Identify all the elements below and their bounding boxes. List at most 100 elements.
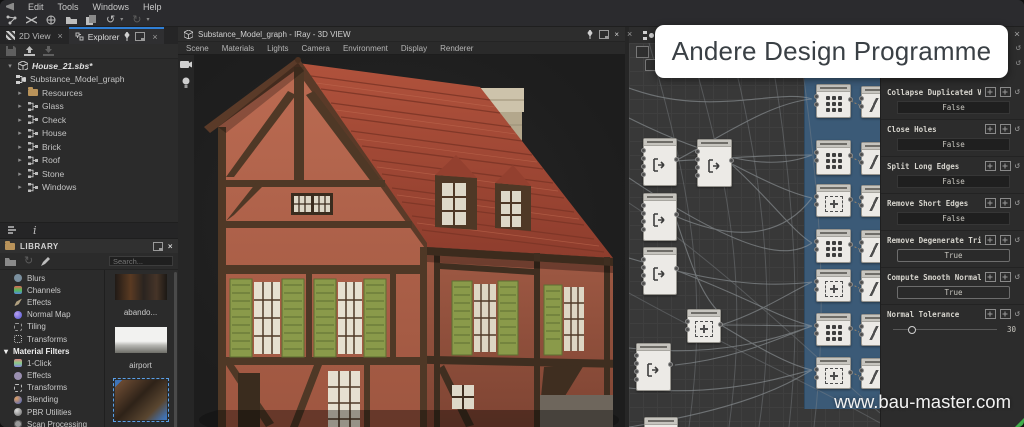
menu-display[interactable]: Display: [401, 44, 427, 53]
switch-graph-icon[interactable]: [26, 15, 37, 25]
link-nodes-icon[interactable]: [6, 15, 17, 25]
reset-icon[interactable]: ↺: [1015, 199, 1020, 208]
library-item-effects[interactable]: Effects: [0, 296, 104, 308]
menu-tools[interactable]: Tools: [58, 2, 79, 12]
graph-node-scatter[interactable]: [859, 142, 880, 175]
tree-root[interactable]: ▾ House_21.sbs*: [0, 59, 178, 73]
library-item-channels[interactable]: Channels: [0, 284, 104, 296]
thumbnails-scrollbar[interactable]: [174, 272, 177, 427]
chevron-right-icon[interactable]: ▸: [16, 143, 24, 151]
redo-icon[interactable]: ↻: [132, 14, 141, 25]
lightbulb-icon[interactable]: [182, 77, 190, 89]
menu-lights[interactable]: Lights: [267, 44, 288, 53]
chevron-right-icon[interactable]: ▸: [16, 89, 24, 97]
close-graph-icon[interactable]: ×: [627, 29, 632, 39]
thumbnail-abandoned[interactable]: [114, 274, 167, 300]
chevron-right-icon[interactable]: ▸: [16, 129, 24, 137]
undo-icon[interactable]: ↺: [106, 14, 115, 25]
graph-node-transform[interactable]: [814, 269, 853, 302]
library-item-1-click[interactable]: 1-Click: [0, 357, 104, 369]
property-value[interactable]: False: [897, 212, 1010, 225]
library-item-transforms[interactable]: Transforms: [0, 333, 104, 345]
graph-node-scatter[interactable]: [859, 314, 880, 346]
menu-windows[interactable]: Windows: [93, 2, 130, 12]
graph-node-merge[interactable]: [641, 247, 679, 295]
import-icon[interactable]: [43, 46, 54, 56]
info-tab-icon[interactable]: i: [33, 224, 37, 237]
graph-node-merge[interactable]: [695, 139, 734, 187]
save-icon[interactable]: [6, 46, 16, 56]
menu-materials[interactable]: Materials: [222, 44, 254, 53]
tree-item-stone[interactable]: ▸ Stone: [0, 167, 178, 181]
function-icon[interactable]: [984, 87, 996, 97]
marquee-select-icon[interactable]: [636, 46, 649, 58]
graph-node-transform[interactable]: [814, 357, 853, 389]
expose-icon[interactable]: [999, 124, 1011, 134]
close-explorer-icon[interactable]: ×: [152, 32, 157, 42]
function-icon[interactable]: [984, 198, 996, 208]
expose-icon[interactable]: [999, 272, 1011, 282]
tree-item-windows[interactable]: ▸ Windows: [0, 181, 178, 195]
graph-node-partial[interactable]: [644, 417, 678, 427]
function-icon[interactable]: [984, 272, 996, 282]
graph-node-scatter[interactable]: [859, 86, 880, 118]
close-viewport-icon[interactable]: ×: [614, 30, 619, 39]
function-icon[interactable]: [984, 235, 996, 245]
graph-node-uv-unwrap[interactable]: [814, 229, 853, 263]
graph-canvas[interactable]: beam: [629, 43, 880, 427]
new-folder-icon[interactable]: [5, 257, 16, 266]
close-library-icon[interactable]: ×: [168, 242, 173, 251]
tree-item-model-graph[interactable]: Substance_Model_graph: [0, 73, 178, 87]
undo-caret-icon[interactable]: ▾: [120, 16, 123, 23]
graph-node-uv-unwrap[interactable]: [814, 313, 853, 346]
property-value[interactable]: False: [897, 175, 1010, 188]
chevron-right-icon[interactable]: ▸: [16, 156, 24, 164]
library-item-pbr-utilities[interactable]: PBR Utilities: [0, 406, 104, 418]
property-value[interactable]: True: [897, 286, 1010, 299]
viewport-canvas[interactable]: [194, 55, 625, 427]
open-folder-icon[interactable]: [66, 15, 77, 25]
graph-node-merge[interactable]: [634, 343, 673, 391]
tree-item-brick[interactable]: ▸ Brick: [0, 140, 178, 154]
menu-renderer[interactable]: Renderer: [440, 44, 473, 53]
property-value[interactable]: False: [897, 138, 1010, 151]
chevron-right-icon[interactable]: ▸: [16, 116, 24, 124]
tree-item-glass[interactable]: ▸ Glass: [0, 100, 178, 114]
tree-item-resources[interactable]: ▸ Resources: [0, 86, 178, 100]
property-value[interactable]: False: [897, 101, 1010, 114]
float-panel-icon[interactable]: [152, 241, 163, 251]
graph-node-transform[interactable]: [685, 309, 723, 343]
expose-icon[interactable]: [999, 161, 1011, 171]
chevron-right-icon[interactable]: ▸: [16, 102, 24, 110]
export-icon[interactable]: [24, 46, 35, 56]
property-value[interactable]: True: [897, 249, 1010, 262]
library-item-tiling[interactable]: Tiling: [0, 321, 104, 333]
float-panel-icon[interactable]: [135, 32, 146, 41]
tree-item-check[interactable]: ▸ Check: [0, 113, 178, 127]
reset-icon[interactable]: ↺: [1015, 88, 1020, 97]
library-item-transforms-2[interactable]: Transforms: [0, 382, 104, 394]
library-item-effects-2[interactable]: Effects: [0, 370, 104, 382]
graph-node-scatter[interactable]: [859, 185, 880, 217]
library-item-normal-map[interactable]: Normal Map: [0, 309, 104, 321]
graph-node-transform[interactable]: [814, 184, 853, 217]
new-file-icon[interactable]: [86, 14, 97, 25]
tab-2d-view[interactable]: 2D View ×: [0, 27, 69, 44]
pin-icon[interactable]: [586, 29, 594, 39]
camera-icon[interactable]: [180, 60, 192, 69]
graph-node-merge[interactable]: [641, 193, 679, 241]
reset-icon[interactable]: ↺: [1016, 58, 1021, 68]
menu-camera[interactable]: Camera: [302, 44, 330, 53]
chevron-down-icon[interactable]: ▾: [6, 62, 14, 70]
edit-pencil-icon[interactable]: [41, 256, 51, 266]
reset-icon[interactable]: ↺: [1015, 236, 1020, 245]
reset-icon[interactable]: ↺: [1015, 310, 1020, 319]
function-icon[interactable]: [984, 161, 996, 171]
graph-node-merge[interactable]: [641, 138, 679, 186]
graph-node-scatter[interactable]: [859, 230, 880, 263]
close-2d-view-icon[interactable]: ×: [58, 31, 63, 41]
expose-icon[interactable]: [999, 309, 1011, 319]
function-icon[interactable]: [984, 124, 996, 134]
close-properties-icon[interactable]: ×: [1014, 29, 1020, 40]
search-input[interactable]: [109, 256, 173, 266]
